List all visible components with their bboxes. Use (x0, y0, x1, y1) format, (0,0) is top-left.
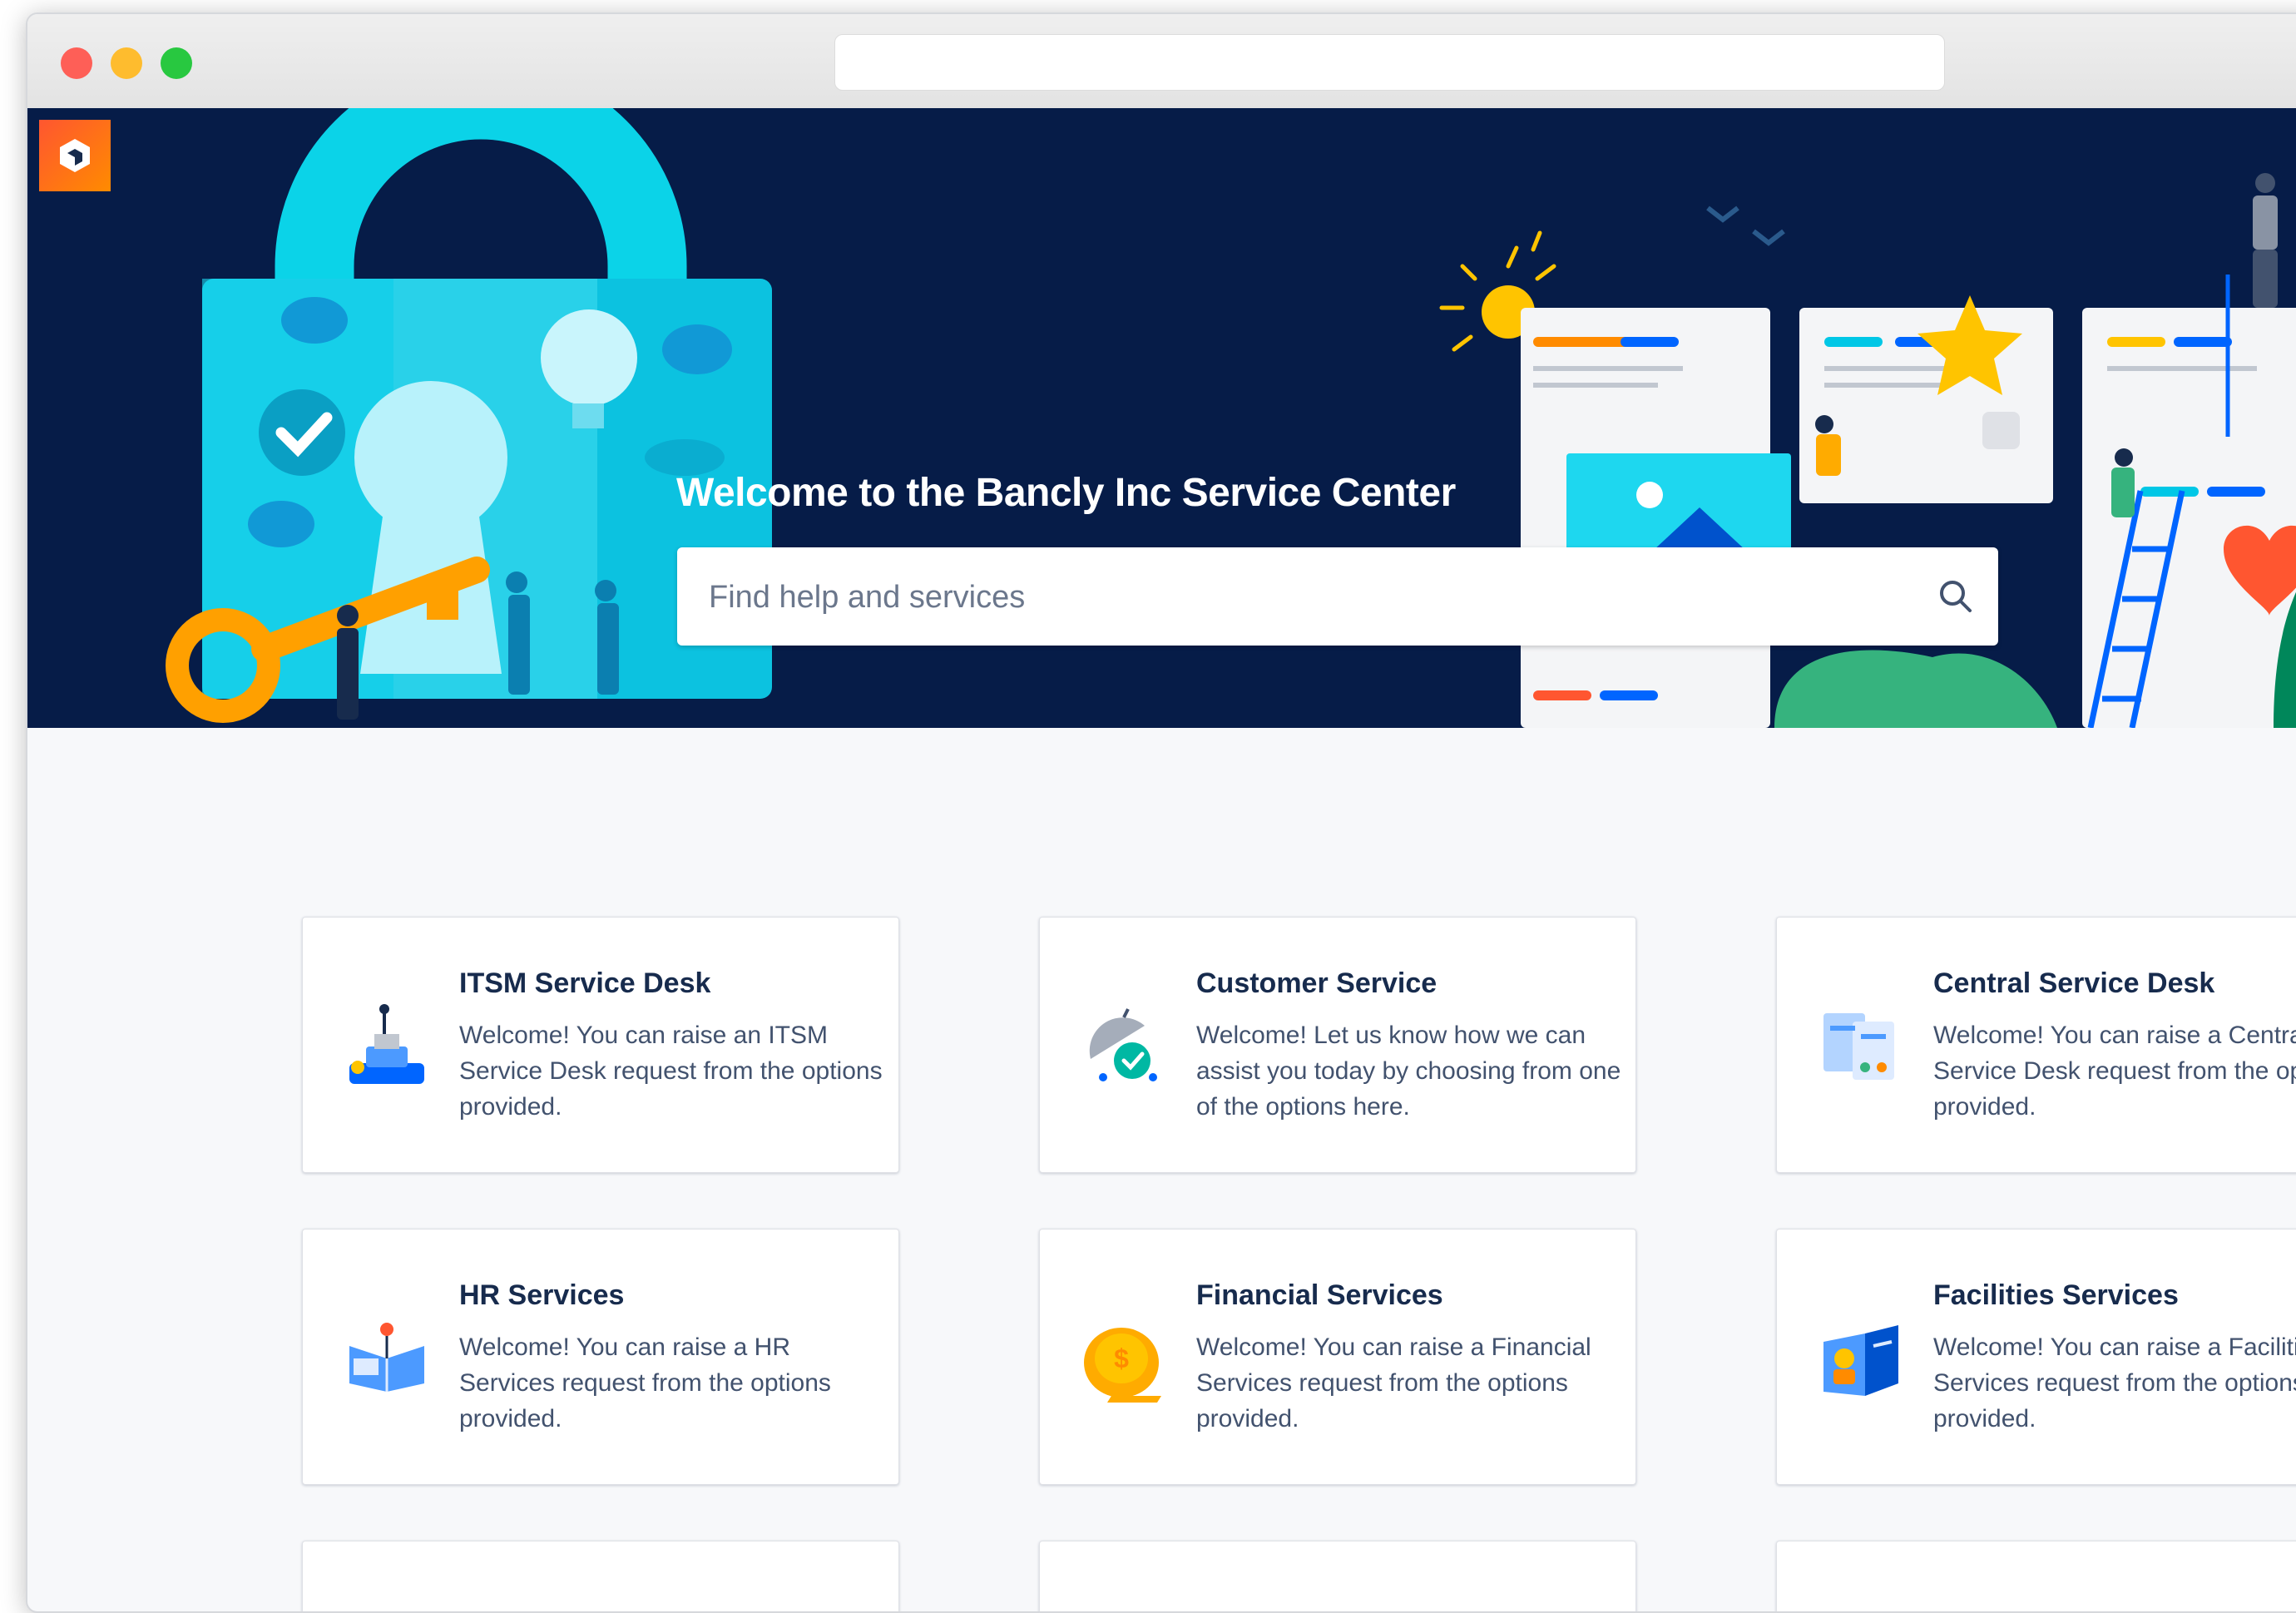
search-input[interactable] (707, 547, 1908, 647)
logo-mark-icon (60, 139, 90, 172)
service-card-description: Welcome! You can raise a Facilities Serv… (1933, 1333, 2296, 1432)
search-bar (677, 547, 1998, 647)
service-card-customer-service[interactable]: Customer Service Welcome! Let us know ho… (1039, 917, 1636, 1173)
minimize-window-button[interactable] (111, 47, 142, 79)
service-card-placeholder[interactable] (302, 1541, 899, 1611)
service-card-title: Facilities Services (1933, 1279, 2179, 1311)
service-card-title: HR Services (459, 1279, 625, 1311)
browser-window: Welcome to the Bancly Inc Service Center… (26, 12, 2296, 1613)
svg-text:$: $ (1114, 1343, 1129, 1373)
service-card-placeholder[interactable] (1776, 1541, 2296, 1611)
logo[interactable] (39, 120, 111, 191)
page-title: Welcome to the Bancly Inc Service Center (676, 471, 1456, 515)
service-card-title: Central Service Desk (1933, 967, 2215, 999)
central-service-desk-icon (1823, 1013, 1894, 1080)
facilities-services-icon (1823, 1325, 1898, 1396)
browser-titlebar (27, 14, 2296, 109)
service-card-description: Welcome! You can raise a HR Services req… (459, 1333, 831, 1432)
service-card-description: Welcome! Let us know how we can assist y… (1196, 1022, 1621, 1121)
itsm-icon (349, 1004, 424, 1084)
service-card-title: ITSM Service Desk (459, 967, 711, 999)
search-icon[interactable] (1937, 577, 1975, 616)
customer-service-icon (1089, 1008, 1157, 1081)
hero-banner: Welcome to the Bancly Inc Service Center (27, 108, 2296, 728)
hr-services-icon (349, 1323, 424, 1392)
close-window-button[interactable] (61, 47, 92, 79)
service-card-title: Financial Services (1196, 1279, 1443, 1311)
service-card-hr-services[interactable]: HR Services Welcome! You can raise a HR … (302, 1229, 899, 1485)
service-card-facilities-services[interactable]: Facilities Services Welcome! You can rai… (1776, 1229, 2296, 1485)
service-card-financial-services[interactable]: $ Financial Services Welcome! You can ra… (1039, 1229, 1636, 1485)
service-card-placeholder[interactable] (1039, 1541, 1636, 1611)
address-bar[interactable] (834, 34, 1945, 91)
service-card-central-service-desk[interactable]: Central Service Desk Welcome! You can ra… (1776, 917, 2296, 1173)
service-card-description: Welcome! You can raise a Financial Servi… (1196, 1333, 1591, 1432)
service-card-description: Welcome! You can raise an ITSM Service D… (459, 1022, 883, 1121)
financial-services-icon: $ (1084, 1328, 1161, 1403)
service-card-description: Welcome! You can raise a Central Service… (1933, 1022, 2296, 1121)
service-card-title: Customer Service (1196, 967, 1437, 999)
service-card-itsm[interactable]: ITSM Service Desk Welcome! You can raise… (302, 917, 899, 1173)
maximize-window-button[interactable] (161, 47, 192, 79)
